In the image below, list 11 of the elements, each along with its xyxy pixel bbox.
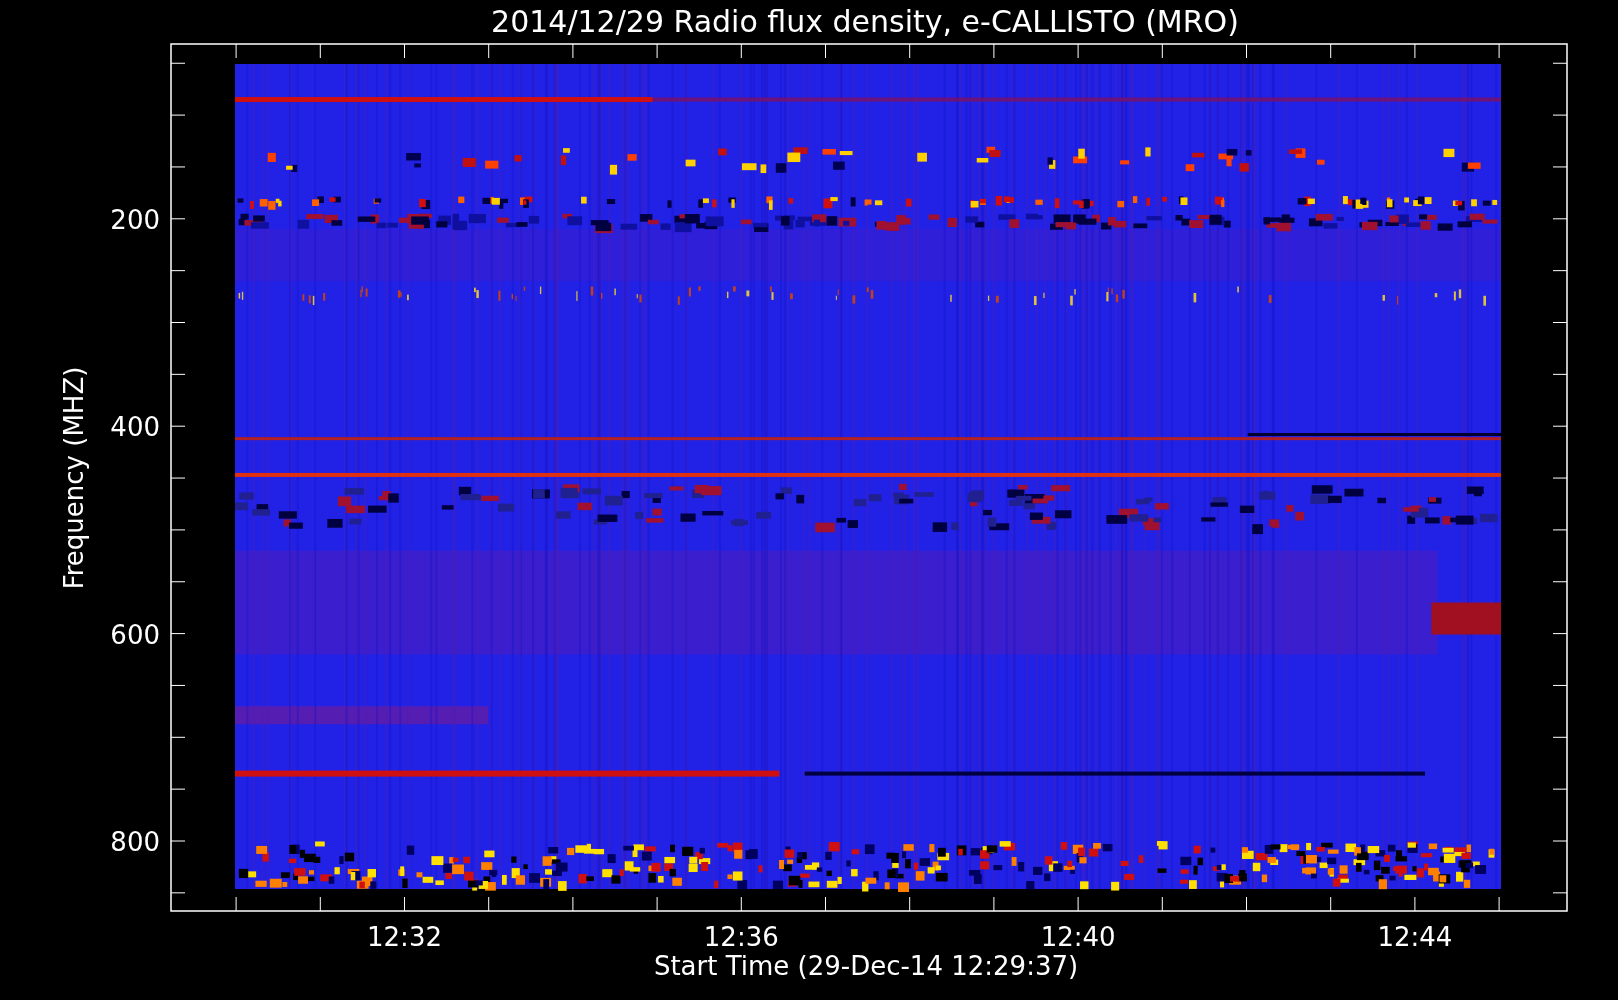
tick-label: 12:44 <box>1377 922 1453 952</box>
tick-label: 800 <box>110 827 160 857</box>
chart-title: 2014/12/29 Radio flux density, e-CALLISTO (MRO) <box>491 4 1239 39</box>
tick-label: 600 <box>110 619 160 650</box>
tick-label: 12:40 <box>1040 922 1116 952</box>
tick-label: 200 <box>110 204 160 235</box>
axis-title: Start Time (29-Dec-14 12:29:37) <box>653 951 1079 981</box>
axis-title: Frequency (MHZ) <box>59 366 89 590</box>
tick-label: 12:36 <box>703 922 779 952</box>
tick-label: 12:32 <box>367 922 442 952</box>
tick-label: 400 <box>110 412 160 443</box>
